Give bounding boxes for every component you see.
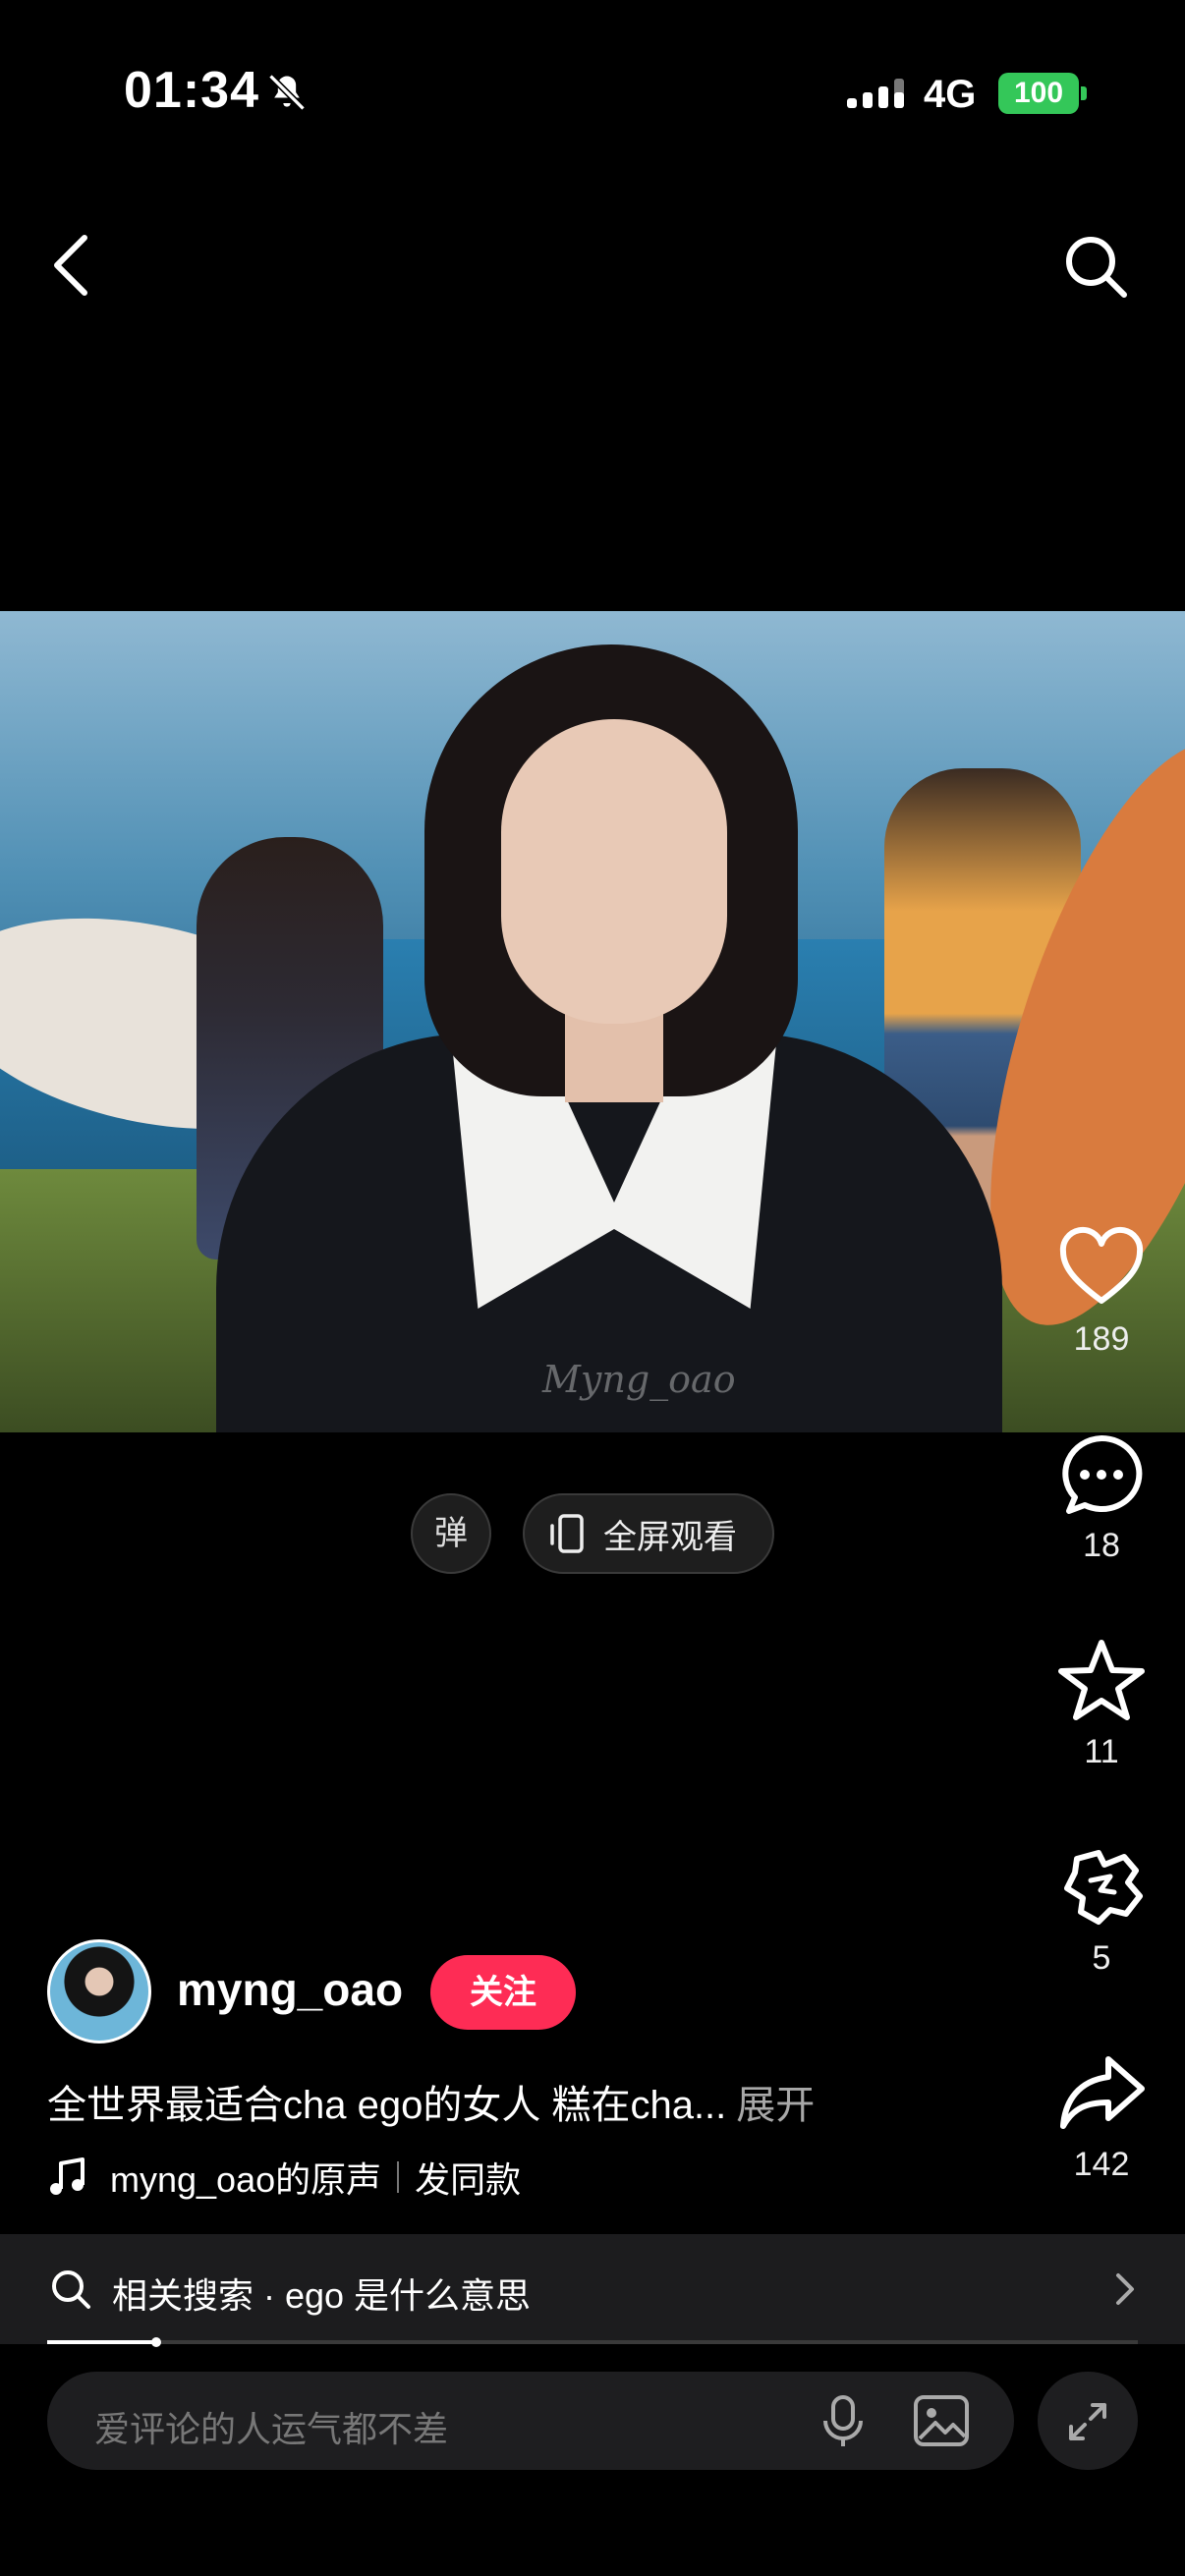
heart-icon: [1059, 1226, 1144, 1304]
video-subject-face: [501, 719, 727, 1024]
use-same-sound-link[interactable]: 发同款: [415, 2152, 521, 2203]
music-note-icon: [50, 2157, 85, 2195]
share-arrow-icon: [1060, 2056, 1145, 2129]
status-time: 01:34: [124, 62, 259, 119]
remix-count: 5: [1092, 1939, 1111, 1977]
bell-off-icon: [268, 74, 306, 111]
battery-tip: [1081, 86, 1087, 100]
share-count: 142: [1073, 2146, 1130, 2183]
caption-expand-link[interactable]: 展开: [736, 2084, 815, 2127]
image-icon[interactable]: [912, 2393, 971, 2448]
network-type: 4G: [924, 73, 977, 116]
rotate-screen-icon: [550, 1514, 584, 1553]
follow-button[interactable]: 关注: [430, 1955, 576, 2030]
music-source[interactable]: myng_oao的原声: [110, 2152, 381, 2203]
comment-count: 18: [1083, 1527, 1120, 1564]
author-avatar[interactable]: [47, 1939, 151, 2044]
related-search-text: 相关搜索 · ego 是什么意思: [112, 2275, 532, 2316]
like-count: 189: [1073, 1320, 1130, 1358]
like-button[interactable]: 189: [1042, 1222, 1161, 1359]
share-button[interactable]: 142: [1042, 2047, 1161, 2184]
back-button[interactable]: [43, 226, 102, 305]
comment-placeholder: 爱评论的人运气都不差: [94, 2409, 449, 2449]
comment-input[interactable]: 爱评论的人运气都不差: [47, 2372, 1014, 2470]
video-caption[interactable]: 全世界最适合cha ego的女人 糕在cha... 展开: [47, 2073, 815, 2130]
video-progress-knob[interactable]: [151, 2337, 161, 2347]
author-username[interactable]: myng_oao: [177, 1963, 403, 2016]
expand-icon: [1069, 2403, 1106, 2440]
search-button[interactable]: [1061, 232, 1130, 301]
video-watermark: Myng_oao: [542, 1358, 736, 1401]
comment-button[interactable]: 18: [1042, 1428, 1161, 1565]
star-icon: [1058, 1640, 1145, 1720]
video-player[interactable]: Myng_oao: [0, 611, 1185, 1432]
music-row[interactable]: myng_oao的原声 发同款: [47, 2152, 521, 2203]
music-divider: [397, 2161, 400, 2193]
signal-icon: [847, 79, 904, 108]
microphone-icon[interactable]: [814, 2391, 873, 2450]
video-progress-fill: [47, 2340, 156, 2344]
caption-text: 全世界最适合cha ego的女人 糕在cha...: [47, 2084, 727, 2127]
fullscreen-label: 全屏观看: [603, 1518, 737, 1556]
chevron-right-icon: [1116, 2273, 1134, 2305]
remix-button[interactable]: 5: [1042, 1841, 1161, 1978]
search-icon: [52, 2270, 90, 2309]
comment-icon: [1062, 1434, 1143, 1514]
fullscreen-button[interactable]: 全屏观看: [523, 1493, 774, 1574]
expand-comments-button[interactable]: [1038, 2372, 1138, 2470]
battery-indicator: 100: [998, 73, 1079, 114]
danmu-button[interactable]: 弹: [411, 1493, 491, 1574]
related-search-bar[interactable]: 相关搜索 · ego 是什么意思: [0, 2234, 1185, 2344]
favorite-count: 11: [1084, 1733, 1119, 1770]
remix-icon: [1064, 1850, 1143, 1925]
video-progress-bar[interactable]: [47, 2337, 1138, 2347]
favorite-button[interactable]: 11: [1042, 1635, 1161, 1771]
